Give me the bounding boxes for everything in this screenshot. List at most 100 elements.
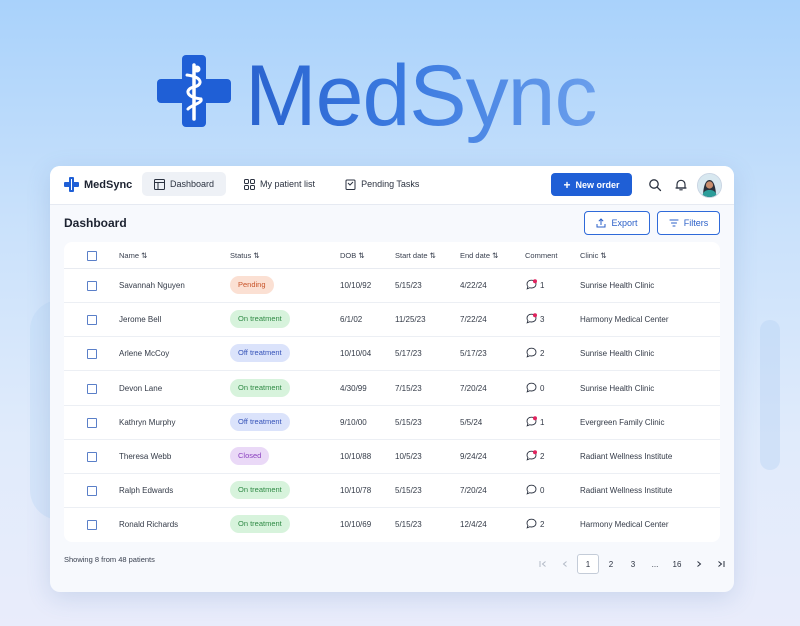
table-row[interactable]: Jerome Bell On treatment 6/1/02 11/25/23…	[64, 302, 720, 338]
next-page-button[interactable]	[689, 555, 709, 573]
bell-icon[interactable]	[674, 178, 688, 192]
clinic-cell: Harmony Medical Center	[580, 520, 669, 530]
page-button-1[interactable]: 1	[577, 554, 599, 574]
main-nav: Dashboard My patient list Pending Tasks	[142, 172, 431, 196]
patient-name[interactable]: Devon Lane	[119, 384, 162, 393]
unread-dot	[533, 313, 537, 318]
app-window: MedSync Dashboard My patient list Pendin…	[50, 166, 734, 592]
last-page-icon	[718, 561, 725, 567]
comment-icon[interactable]	[526, 450, 537, 461]
column-header-comment: Comment	[525, 251, 558, 260]
select-all-checkbox[interactable]	[87, 251, 97, 261]
row-checkbox[interactable]	[87, 452, 97, 462]
dob-cell: 10/10/92	[340, 281, 372, 290]
comment-icon[interactable]	[526, 313, 537, 324]
column-header-clinic[interactable]: Clinic ⇅	[580, 251, 607, 260]
comment-icon[interactable]	[526, 347, 537, 358]
prev-page-button[interactable]	[555, 555, 575, 573]
end-date-cell: 7/22/24	[460, 315, 487, 325]
row-checkbox[interactable]	[87, 315, 97, 326]
patient-name[interactable]: Jerome Bell	[119, 315, 161, 324]
export-button[interactable]: Export	[584, 211, 650, 235]
search-icon[interactable]	[648, 178, 662, 192]
dob-cell: 10/10/88	[340, 452, 372, 461]
column-header-end-date[interactable]: End date ⇅	[460, 251, 498, 260]
export-label: Export	[611, 218, 638, 228]
upload-icon	[596, 218, 606, 228]
comment-icon[interactable]	[526, 382, 537, 393]
patient-name[interactable]: Arlene McCoy	[119, 349, 169, 358]
new-order-button[interactable]: + New order	[551, 173, 632, 196]
table-icon	[154, 178, 165, 190]
hero-banner: MedSync	[0, 40, 800, 150]
end-date-cell: 7/20/24	[460, 486, 487, 496]
unread-dot	[533, 279, 537, 284]
unread-dot	[533, 450, 537, 455]
medical-cross-logo-icon	[157, 55, 231, 127]
patient-name[interactable]: Ronald Richards	[119, 520, 178, 529]
row-checkbox[interactable]	[87, 520, 97, 531]
first-page-button[interactable]	[533, 555, 553, 573]
row-checkbox[interactable]	[87, 281, 97, 291]
clinic-cell: Evergreen Family Clinic	[580, 417, 665, 427]
page-button-3[interactable]: 3	[623, 555, 643, 573]
table-row[interactable]: Ronald Richards On treatment 10/10/69 5/…	[64, 507, 720, 541]
chevron-left-icon	[562, 561, 567, 567]
brand-name: MedSync	[84, 178, 133, 191]
page-button-16[interactable]: 16	[667, 555, 687, 573]
row-checkbox[interactable]	[87, 383, 97, 394]
last-page-button[interactable]	[711, 555, 731, 573]
clinic-cell: Harmony Medical Center	[580, 315, 669, 325]
filters-button[interactable]: Filters	[657, 211, 720, 235]
nav-my-patient-list[interactable]: My patient list	[232, 172, 327, 196]
start-date-cell: 11/25/23	[395, 315, 426, 325]
comment-icon[interactable]	[526, 415, 537, 427]
patient-name[interactable]: Ralph Edwards	[119, 486, 173, 495]
row-checkbox[interactable]	[87, 486, 97, 497]
patient-name[interactable]: Savannah Nguyen	[119, 281, 185, 290]
clinic-cell: Sunrise Health Clinic	[580, 349, 655, 359]
page-ellipsis: ...	[651, 559, 659, 569]
status-badge: Off treatment	[230, 412, 290, 431]
comment-icon[interactable]	[526, 518, 537, 529]
status-badge: On treatment	[230, 515, 290, 534]
plus-icon: +	[563, 177, 571, 192]
row-checkbox[interactable]	[87, 417, 97, 428]
column-header-start-date[interactable]: Start date ⇅	[395, 251, 436, 260]
start-date-cell: 5/15/23	[395, 417, 422, 427]
table-row[interactable]: Theresa Webb Closed 10/10/88 10/5/23 9/2…	[64, 439, 720, 474]
nav-label: My patient list	[260, 179, 316, 189]
start-date-cell: 5/17/23	[395, 349, 422, 359]
column-header-name[interactable]: Name ⇅	[119, 251, 147, 260]
patients-table: Name ⇅ Status ⇅ DOB ⇅ Start date ⇅ End d…	[64, 242, 720, 542]
brand[interactable]: MedSync	[64, 177, 132, 192]
nav-pending-tasks[interactable]: Pending Tasks	[333, 172, 431, 196]
end-date-cell: 9/24/24	[460, 452, 487, 461]
table-row[interactable]: Savannah Nguyen Pending 10/10/92 5/15/23…	[64, 268, 720, 303]
end-date-cell: 12/4/24	[460, 520, 487, 530]
clipboard-icon	[345, 179, 356, 190]
comment-count: 0	[540, 383, 545, 393]
comment-icon[interactable]	[526, 279, 537, 290]
nav-label: Pending Tasks	[361, 179, 420, 189]
table-row[interactable]: Arlene McCoy Off treatment 10/10/04 5/17…	[64, 336, 720, 372]
medical-cross-logo-icon	[64, 177, 79, 192]
table-row[interactable]: Kathryn Murphy Off treatment 9/10/00 5/1…	[64, 405, 720, 440]
user-avatar[interactable]	[697, 173, 722, 198]
column-header-dob[interactable]: DOB ⇅	[340, 251, 365, 260]
clinic-cell: Sunrise Health Clinic	[580, 281, 655, 290]
comment-count: 1	[540, 417, 545, 427]
row-checkbox[interactable]	[87, 349, 97, 360]
grid-icon	[244, 178, 256, 190]
status-badge: On treatment	[230, 481, 290, 500]
page-button-2[interactable]: 2	[601, 555, 621, 573]
comment-count: 2	[540, 349, 545, 359]
nav-dashboard[interactable]: Dashboard	[142, 172, 227, 196]
comment-icon[interactable]	[526, 484, 537, 495]
column-header-status[interactable]: Status ⇅	[230, 251, 260, 260]
status-badge: Closed	[230, 447, 270, 465]
patient-name[interactable]: Kathryn Murphy	[119, 418, 175, 427]
table-row[interactable]: Devon Lane On treatment 4/30/99 7/15/23 …	[64, 371, 720, 406]
patient-name[interactable]: Theresa Webb	[119, 452, 171, 461]
table-row[interactable]: Ralph Edwards On treatment 10/10/78 5/15…	[64, 473, 720, 509]
